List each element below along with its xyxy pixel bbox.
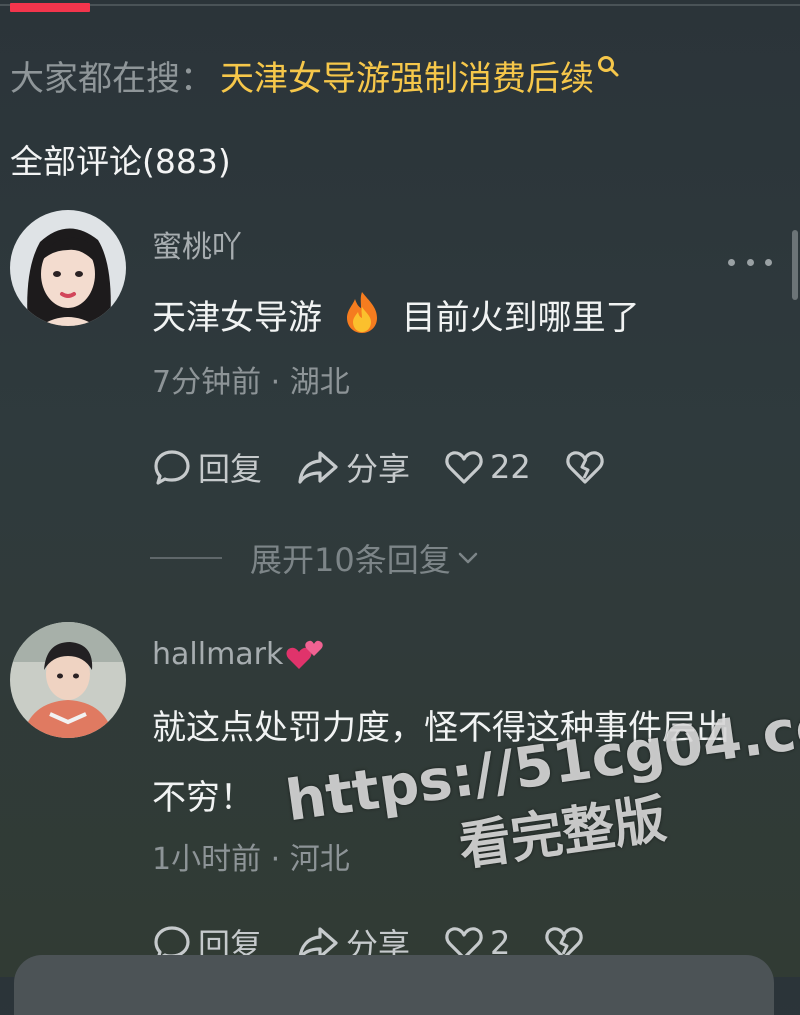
comment-username-text: hallmark [152, 636, 284, 672]
comment-input-bar[interactable] [14, 955, 774, 1015]
avatar[interactable] [10, 622, 126, 738]
share-label: 分享 [346, 450, 411, 488]
share-icon [298, 451, 338, 484]
search-icon[interactable] [596, 54, 622, 80]
chevron-down-icon [458, 552, 477, 564]
more-dot-icon [765, 258, 772, 266]
dislike-button[interactable] [565, 447, 611, 487]
broken-heart-icon [566, 451, 604, 484]
two-hearts-emoji-icon [286, 640, 324, 669]
comment-time-location: 7分钟前 · 湖北 [152, 365, 350, 400]
reply-icon [154, 450, 190, 485]
comment-text-after-emoji: 目前火到哪里了 [401, 298, 640, 338]
scrollbar[interactable] [792, 230, 798, 300]
hot-search-bar[interactable]: 大家都在搜： 天津女导游强制消费后续 [10, 50, 622, 100]
comment-username[interactable]: 蜜桃吖 [152, 222, 242, 266]
more-options-button[interactable] [728, 252, 772, 272]
active-tab-indicator [10, 3, 90, 12]
heart-icon [445, 451, 483, 484]
comment-text-before-emoji: 天津女导游 [152, 298, 322, 338]
comment-actions: 回复 分享 22 [152, 442, 645, 492]
share-button[interactable]: 分享 [296, 444, 410, 490]
hot-search-query[interactable]: 天津女导游强制消费后续 [220, 51, 594, 100]
expand-replies-button[interactable]: 展开10条回复 [150, 535, 481, 581]
top-divider [0, 4, 800, 6]
hot-search-prefix: 大家都在搜： [10, 58, 214, 99]
more-dot-icon [746, 258, 754, 266]
comment-username[interactable]: hallmark [152, 636, 325, 672]
avatar[interactable] [10, 210, 126, 326]
reply-button[interactable]: 回复 [152, 444, 262, 490]
comments-count-title: 全部评论(883) [10, 142, 231, 181]
expand-divider-line [150, 557, 222, 559]
like-count: 22 [490, 448, 531, 486]
reply-label: 回复 [198, 450, 263, 488]
comment-text: 天津女导游 目前火到哪里了 [152, 283, 752, 353]
more-dot-icon [728, 258, 735, 266]
fire-emoji-icon [346, 292, 377, 333]
expand-replies-label: 展开10条回复 [250, 541, 451, 579]
like-button[interactable]: 22 [444, 447, 531, 487]
